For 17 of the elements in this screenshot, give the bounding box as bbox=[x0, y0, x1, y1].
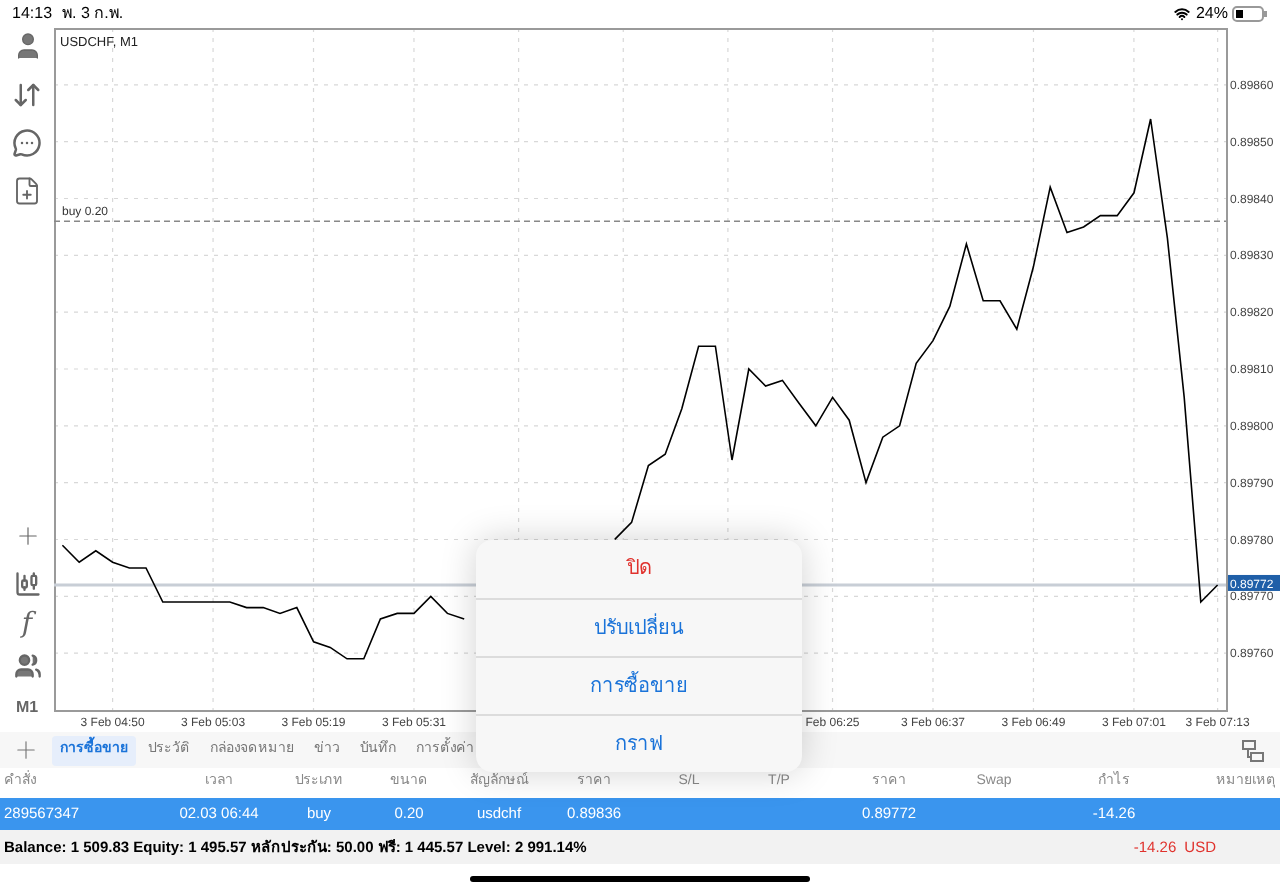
chat-icon[interactable] bbox=[12, 128, 42, 158]
candlestick-icon[interactable] bbox=[13, 570, 41, 598]
battery-icon bbox=[1232, 6, 1268, 22]
new-document-icon[interactable] bbox=[12, 176, 42, 206]
layout-icon[interactable] bbox=[1242, 739, 1264, 761]
battery-percent: 24% bbox=[1195, 2, 1228, 26]
menu-item[interactable]: การซื้อขาย bbox=[476, 656, 802, 714]
menu-item[interactable]: ปรับเปลี่ยน bbox=[476, 598, 802, 656]
status-date: พ. 3 ก.พ. bbox=[62, 2, 124, 26]
status-time: 14:13 bbox=[12, 2, 53, 26]
timeframe-button[interactable]: M1 bbox=[15, 696, 39, 720]
indicator-button[interactable]: f bbox=[21, 610, 33, 638]
menu-item[interactable]: ปิด bbox=[476, 540, 802, 598]
menu-item[interactable]: กราฟ bbox=[476, 714, 802, 772]
trade-arrows-icon[interactable] bbox=[12, 80, 42, 110]
people-icon[interactable] bbox=[13, 652, 41, 680]
wifi-icon bbox=[1173, 6, 1190, 22]
